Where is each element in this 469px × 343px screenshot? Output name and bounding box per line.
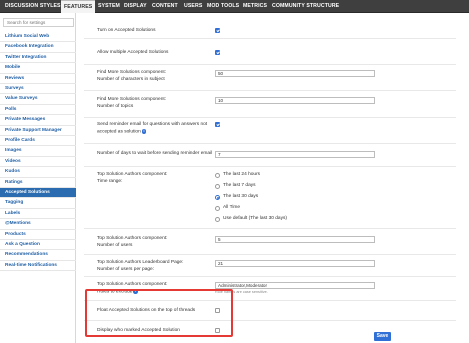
- radio-use-default[interactable]: [215, 217, 220, 222]
- sidebar-item-polls[interactable]: Polls: [0, 105, 76, 116]
- tab-metrics[interactable]: METRICS: [243, 0, 267, 13]
- setting-row-time-range: Top Solution Authors component: Time ran…: [84, 167, 456, 229]
- settings-search-input[interactable]: [3, 18, 74, 27]
- sidebar-item-labels[interactable]: Labels: [0, 209, 76, 220]
- settings-panel: Turn on Accepted Solutions Allow multipl…: [77, 13, 469, 343]
- tab-discussion-styles[interactable]: DISCUSSION STYLES: [5, 0, 61, 13]
- setting-row-days-to-wait: Number of days to wait before sending re…: [84, 144, 456, 167]
- radio-last-30-days[interactable]: [215, 195, 220, 200]
- find-more-topics-sublabel: Number of topics: [97, 104, 134, 109]
- setting-row-find-more-topics: Find More Solutions component: Number of…: [84, 91, 456, 118]
- sidebar-item-ask-a-question[interactable]: Ask a Question: [0, 240, 76, 251]
- sidebar-item-lithium-social-web[interactable]: Lithium Social Web: [0, 32, 76, 43]
- leaderboard-label: Top Solution Authors Leaderboard Page:: [97, 260, 184, 265]
- roles-exclude-label: Top Solution Authors component:: [97, 282, 168, 287]
- allow-multiple-label: Allow multiple Accepted Solutions: [97, 50, 169, 55]
- top-nav: DISCUSSION STYLES FEATURES SYSTEM DISPLA…: [0, 0, 469, 13]
- num-users-sublabel: Number of users: [97, 243, 133, 248]
- days-to-wait-input[interactable]: 7: [215, 151, 375, 158]
- sidebar-item-recommendations[interactable]: Recommendations: [0, 250, 76, 261]
- days-to-wait-label: Number of days to wait before sending re…: [97, 151, 213, 156]
- sidebar: Lithium Social Web Facebook Integration …: [0, 13, 76, 343]
- tab-features[interactable]: FEATURES: [61, 0, 96, 13]
- turn-on-checkbox[interactable]: [215, 28, 220, 33]
- leaderboard-input[interactable]: 21: [215, 260, 375, 267]
- setting-row-find-more-chars: Find More Solutions component: Number of…: [84, 65, 456, 91]
- tab-mod-tools[interactable]: MOD TOOLS: [207, 0, 239, 13]
- sidebar-item-videos[interactable]: Videos: [0, 157, 76, 168]
- info-icon[interactable]: i: [141, 129, 147, 134]
- tab-community-structure[interactable]: COMMUNITY STRUCTURE: [272, 0, 339, 13]
- leaderboard-sublabel: Number of users per page:: [97, 267, 155, 272]
- num-users-input[interactable]: 5: [215, 236, 375, 243]
- setting-row-allow-multiple: Allow multiple Accepted Solutions: [84, 39, 456, 65]
- setting-row-leaderboard: Top Solution Authors Leaderboard Page: N…: [84, 255, 456, 277]
- setting-row-turn-on: Turn on Accepted Solutions: [84, 23, 456, 39]
- sidebar-item-facebook-integration[interactable]: Facebook Integration: [0, 42, 76, 53]
- sidebar-item-tagging[interactable]: Tagging: [0, 198, 76, 209]
- tab-system[interactable]: SYSTEM: [98, 0, 120, 13]
- sidebar-item-profile-cards[interactable]: Profile Cards: [0, 136, 76, 147]
- sidebar-item-mentions[interactable]: @Mentions: [0, 219, 76, 230]
- find-more-chars-label: Find More Solutions component:: [97, 70, 167, 75]
- turn-on-label: Turn on Accepted Solutions: [97, 28, 156, 33]
- find-more-chars-input[interactable]: 50: [215, 70, 375, 77]
- sidebar-item-ratings[interactable]: Ratings: [0, 178, 76, 188]
- save-button[interactable]: Save: [374, 332, 391, 341]
- sidebar-item-reviews[interactable]: Reviews: [0, 74, 76, 84]
- sidebar-item-accepted-solutions[interactable]: Accepted Solutions: [0, 188, 76, 199]
- radio-last-7-days-label: The last 7 days: [223, 183, 256, 188]
- sidebar-item-private-support-manager[interactable]: Private Support Manager: [0, 126, 76, 136]
- find-more-topics-input[interactable]: 10: [215, 97, 375, 104]
- radio-last-7-days[interactable]: [215, 184, 220, 189]
- find-more-topics-label: Find More Solutions component:: [97, 97, 167, 102]
- send-reminder-label: Send reminder email for questions with a…: [97, 122, 208, 127]
- radio-all-time[interactable]: [215, 206, 220, 211]
- find-more-chars-sublabel: Number of characters in subject: [97, 77, 165, 82]
- send-reminder-checkbox[interactable]: [215, 122, 220, 127]
- roles-exclude-input[interactable]: Administrator,Moderator: [215, 282, 375, 289]
- sidebar-item-surveys[interactable]: Surveys: [0, 84, 76, 95]
- time-range-sublabel: Time range:: [97, 179, 123, 184]
- sidebar-item-kudos[interactable]: Kudos: [0, 167, 76, 178]
- allow-multiple-checkbox[interactable]: [215, 50, 220, 55]
- send-reminder-sublabel: accepted as solution i: [97, 129, 147, 136]
- sidebar-item-mobile[interactable]: Mobile: [0, 63, 76, 74]
- radio-all-time-label: All Time: [223, 205, 241, 210]
- radio-last-30-days-label: The last 30 days: [223, 194, 259, 199]
- sidebar-item-real-time-notifications[interactable]: Real-time Notifications: [0, 261, 76, 272]
- radio-use-default-label: Use default (The last 30 days): [223, 216, 287, 221]
- radio-last-24-hours-label: The last 24 hours: [223, 172, 261, 177]
- sidebar-item-private-messages[interactable]: Private Messages: [0, 115, 76, 126]
- radio-last-24-hours[interactable]: [215, 173, 220, 178]
- tab-users[interactable]: USERS: [184, 0, 202, 13]
- send-reminder-sublabel-text: accepted as solution: [97, 129, 141, 135]
- sidebar-item-value-surveys[interactable]: Value Surveys: [0, 94, 76, 105]
- time-range-label: Top Solution Authors component:: [97, 172, 168, 177]
- num-users-label: Top Solution Authors component:: [97, 236, 168, 241]
- setting-row-send-reminder: Send reminder email for questions with a…: [84, 118, 456, 144]
- setting-row-num-users: Top Solution Authors component: Number o…: [84, 229, 456, 255]
- sidebar-item-twitter-integration[interactable]: Twitter Integration: [0, 53, 76, 64]
- highlight-annotation: [85, 289, 233, 337]
- tab-display[interactable]: DISPLAY: [124, 0, 147, 13]
- sidebar-item-images[interactable]: Images: [0, 146, 76, 157]
- sidebar-item-products[interactable]: Products: [0, 230, 76, 240]
- tab-content[interactable]: CONTENT: [152, 0, 178, 13]
